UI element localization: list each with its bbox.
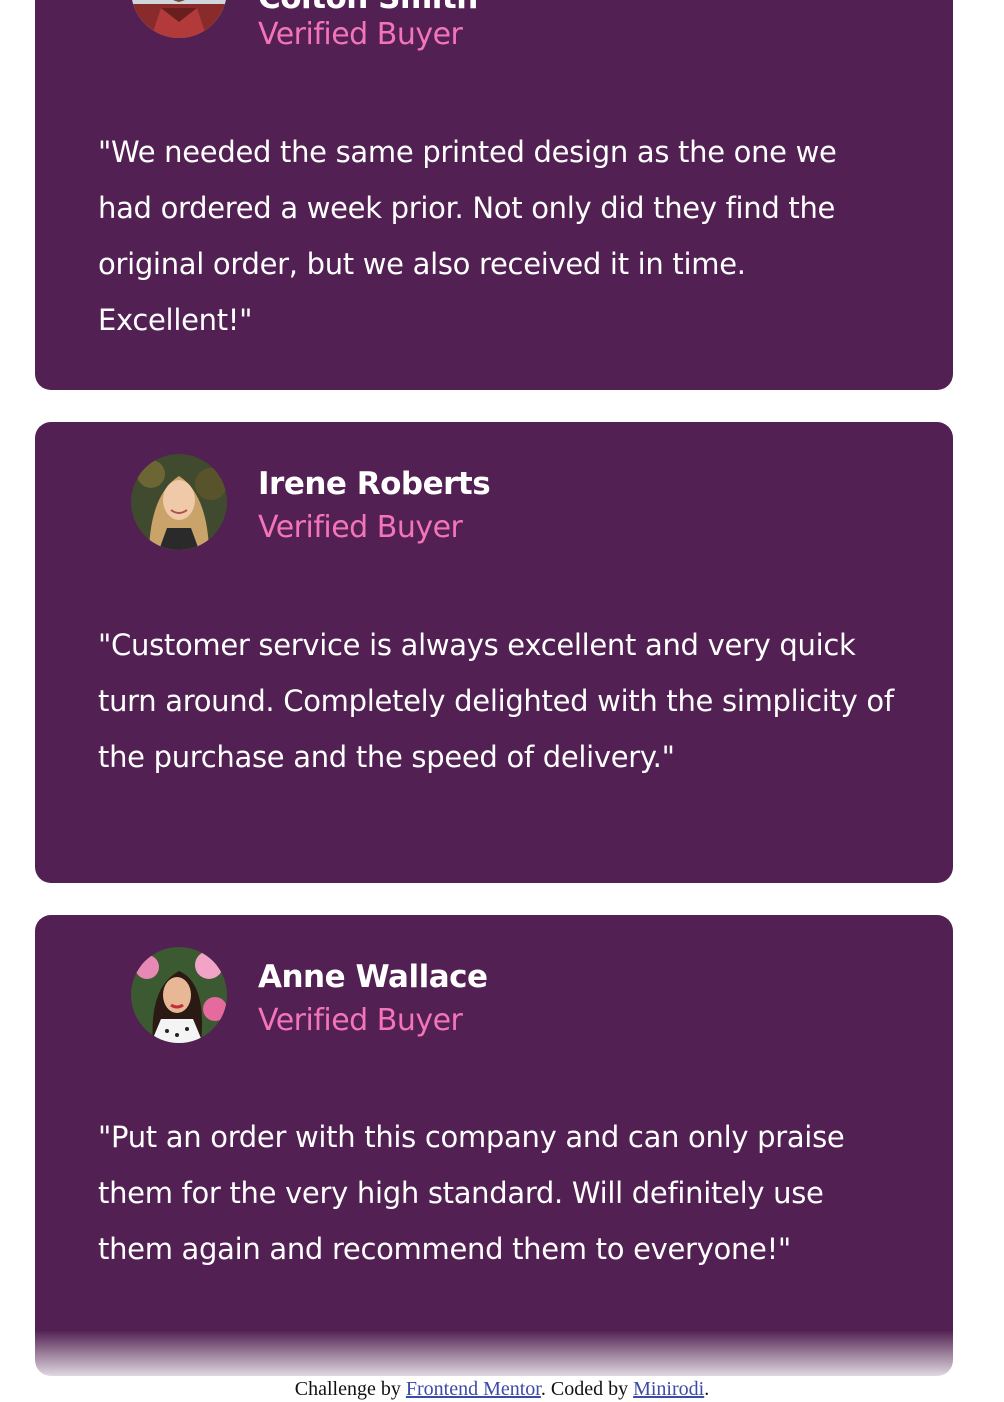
avatar (131, 0, 227, 38)
frontend-mentor-link[interactable]: Frontend Mentor (406, 1378, 541, 1400)
avatar-photo-icon (131, 454, 227, 550)
avatar (131, 947, 227, 1043)
reviewer-name: Colton Smith (258, 0, 478, 16)
attribution-footer: Challenge by Frontend Mentor. Coded by M… (0, 1376, 1004, 1402)
avatar (131, 454, 227, 550)
testimonial-card: Irene Roberts Verified Buyer "Customer s… (35, 422, 953, 883)
attribution-middle: . Coded by (540, 1378, 634, 1400)
reviewer-role: Verified Buyer (258, 510, 463, 545)
testimonial-quote: "Put an order with this company and can … (98, 1120, 845, 1266)
testimonial-quote: "We needed the same printed design as th… (98, 135, 837, 337)
avatar-photo-icon (131, 0, 227, 38)
reviewer-role: Verified Buyer (258, 1003, 463, 1038)
reviewer-role: Verified Buyer (258, 17, 463, 52)
attribution-prefix: Challenge by (294, 1378, 406, 1400)
testimonial-quote: "Customer service is always excellent an… (98, 628, 894, 774)
attribution-suffix: . (704, 1378, 710, 1400)
testimonial-card: Colton Smith Verified Buyer "We needed t… (35, 0, 953, 390)
reviewer-name: Irene Roberts (258, 466, 491, 502)
testimonial-card: Anne Wallace Verified Buyer "Put an orde… (35, 915, 953, 1376)
avatar-photo-icon (131, 947, 227, 1043)
author-link[interactable]: Minirodi (633, 1378, 704, 1400)
reviewer-name: Anne Wallace (258, 959, 488, 995)
